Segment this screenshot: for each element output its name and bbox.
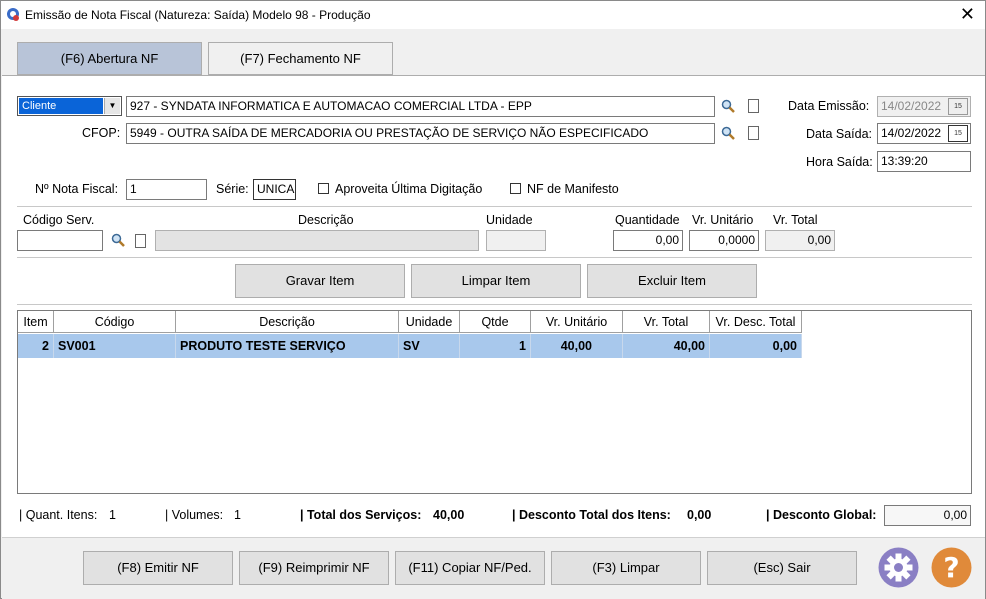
desconto-global-label: | Desconto Global: <box>766 508 877 522</box>
column-header-vr-unitario[interactable]: Vr. Unitário <box>531 311 623 333</box>
party-field[interactable]: 927 - SYNDATA INFORMATICA E AUTOMACAO CO… <box>126 96 715 117</box>
column-header-item[interactable]: Item <box>18 311 54 333</box>
volumes-value: 1 <box>234 508 241 522</box>
manifesto-label: NF de Manifesto <box>527 182 619 196</box>
desconto-global-field[interactable]: 0,00 <box>884 505 971 526</box>
app-logo-icon <box>7 8 19 21</box>
aproveita-checkbox[interactable] <box>318 183 329 194</box>
divider <box>17 304 972 305</box>
reimprimir-nf-button[interactable]: (F9) Reimprimir NF <box>239 551 389 585</box>
codigo-field[interactable] <box>17 230 103 251</box>
hora-saida-label: Hora Saída: <box>806 155 873 169</box>
volumes-label: | Volumes: <box>165 508 224 522</box>
cell-vr-total: 40,00 <box>623 334 710 358</box>
unidade-label: Unidade <box>486 213 533 227</box>
vr-total-field: 0,00 <box>765 230 835 251</box>
nf-field[interactable]: 1 <box>126 179 207 200</box>
gravar-item-button[interactable]: Gravar Item <box>235 264 405 298</box>
quantidade-field[interactable]: 0,00 <box>613 230 683 251</box>
nf-label: Nº Nota Fiscal: <box>35 182 119 196</box>
manifesto-checkbox[interactable] <box>510 183 521 194</box>
divider <box>17 206 972 207</box>
calendar-icon[interactable]: 15 <box>948 125 968 142</box>
column-header-vr-total[interactable]: Vr. Total <box>623 311 710 333</box>
cell-unidade: SV <box>399 334 460 358</box>
search-icon[interactable] <box>721 126 735 140</box>
desconto-itens-value: 0,00 <box>687 508 712 522</box>
cell-qtde: 1 <box>460 334 531 358</box>
column-header-qtde[interactable]: Qtde <box>460 311 531 333</box>
close-icon[interactable]: ✕ <box>960 4 975 25</box>
copiar-nf-button[interactable]: (F11) Copiar NF/Ped. <box>395 551 545 585</box>
cell-item: 2 <box>18 334 54 358</box>
codigo-label: Código Serv. <box>23 213 95 227</box>
cell-descricao: PRODUTO TESTE SERVIÇO <box>176 334 399 358</box>
document-icon[interactable] <box>135 234 146 248</box>
party-type-value: Cliente <box>19 98 103 114</box>
hora-saida-field[interactable]: 13:39:20 <box>877 151 971 172</box>
unidade-field <box>486 230 546 251</box>
vr-unitario-field[interactable]: 0,0000 <box>689 230 759 251</box>
document-icon[interactable] <box>748 99 759 113</box>
tab-fechamento[interactable]: (F7) Fechamento NF <box>208 42 393 75</box>
serie-field[interactable]: UNICA <box>253 179 296 200</box>
emitir-nf-button[interactable]: (F8) Emitir NF <box>83 551 233 585</box>
descricao-field <box>155 230 479 251</box>
search-icon[interactable] <box>111 233 125 247</box>
column-header-codigo[interactable]: Código <box>54 311 176 333</box>
cfop-label: CFOP: <box>82 126 121 140</box>
aproveita-label: Aproveita Última Digitação <box>335 182 483 196</box>
document-icon[interactable] <box>748 126 759 140</box>
data-emissao-label: Data Emissão: <box>788 99 870 113</box>
column-header-vr-desc-total[interactable]: Vr. Desc. Total <box>710 311 802 333</box>
svg-text:?: ? <box>943 551 959 584</box>
descricao-label: Descrição <box>298 213 354 227</box>
items-table[interactable]: Item Código Descrição Unidade Qtde Vr. U… <box>17 310 972 494</box>
title-bar: Emissão de Nota Fiscal (Natureza: Saída)… <box>1 1 985 29</box>
total-servicos-label: | Total dos Serviços: <box>300 508 422 522</box>
window-title: Emissão de Nota Fiscal (Natureza: Saída)… <box>25 8 371 22</box>
vr-unitario-label: Vr. Unitário <box>692 213 754 227</box>
column-header-descricao[interactable]: Descrição <box>176 311 399 333</box>
serie-label: Série: <box>216 182 249 196</box>
limpar-button[interactable]: (F3) Limpar <box>551 551 701 585</box>
quant-itens-value: 1 <box>109 508 116 522</box>
excluir-item-button[interactable]: Excluir Item <box>587 264 757 298</box>
column-header-unidade[interactable]: Unidade <box>399 311 460 333</box>
party-type-select[interactable]: Cliente ▼ <box>17 96 122 116</box>
main-window: Emissão de Nota Fiscal (Natureza: Saída)… <box>0 0 986 599</box>
quant-itens-label: | Quant. Itens: <box>19 508 98 522</box>
cfop-field[interactable]: 5949 - OUTRA SAÍDA DE MERCADORIA OU PRES… <box>126 123 715 144</box>
search-icon[interactable] <box>721 99 735 113</box>
divider <box>17 257 972 258</box>
calendar-icon: 15 <box>948 98 968 115</box>
limpar-item-button[interactable]: Limpar Item <box>411 264 581 298</box>
gear-icon[interactable] <box>878 547 919 588</box>
vr-total-label: Vr. Total <box>773 213 818 227</box>
cell-codigo: SV001 <box>54 334 176 358</box>
cell-vr-unitario: 40,00 <box>531 334 623 358</box>
total-servicos-value: 40,00 <box>433 508 465 522</box>
data-saida-label: Data Saída: <box>806 127 873 141</box>
help-icon[interactable]: ? <box>931 547 972 588</box>
desconto-itens-label: | Desconto Total dos Itens: <box>512 508 671 522</box>
chevron-down-icon[interactable]: ▼ <box>104 98 120 114</box>
cell-vr-desc-total: 0,00 <box>710 334 802 358</box>
tab-abertura[interactable]: (F6) Abertura NF <box>17 42 202 75</box>
quantidade-label: Quantidade <box>615 213 680 227</box>
sair-button[interactable]: (Esc) Sair <box>707 551 857 585</box>
